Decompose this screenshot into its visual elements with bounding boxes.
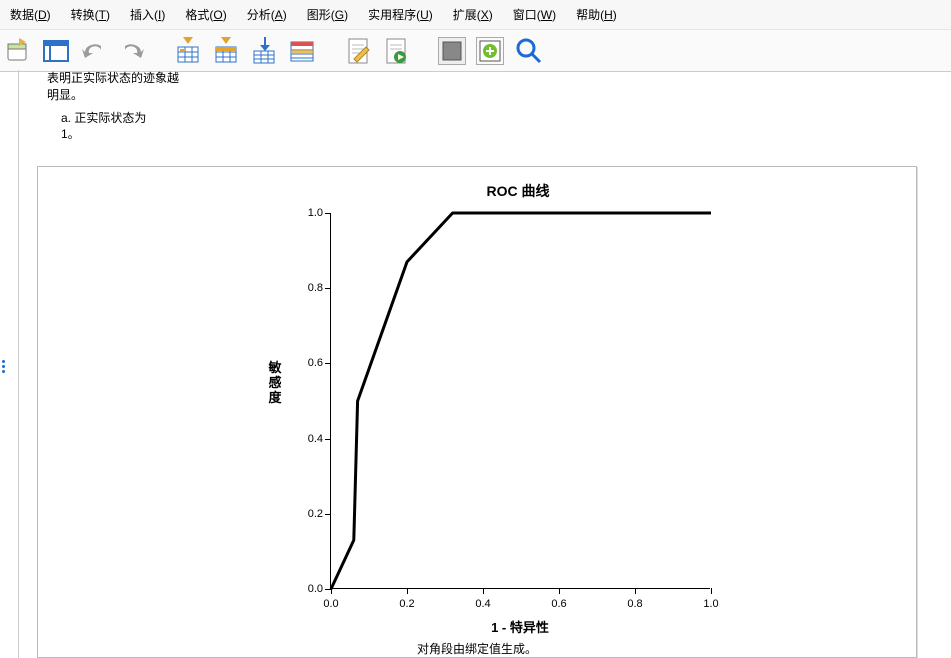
menu-insert[interactable]: 插入(I)	[120, 4, 175, 25]
chart-title: ROC 曲线	[268, 181, 768, 201]
x-tick-label: 0.2	[399, 598, 414, 610]
export-icon[interactable]	[250, 37, 278, 65]
menu-help[interactable]: 帮助(H)	[566, 4, 627, 25]
menu-window[interactable]: 窗口(W)	[503, 4, 566, 25]
preview-icon[interactable]	[42, 37, 70, 65]
splitter-grip[interactable]	[0, 360, 5, 373]
chart-output[interactable]: ROC 曲线 敏感度 0.00.20.40.60.81.00.00.20.40.…	[37, 166, 917, 658]
toolbar	[0, 30, 951, 72]
y-tick-label: 1.0	[295, 207, 323, 219]
x-axis-label: 1 - 特异性	[330, 617, 710, 636]
open-file-icon[interactable]	[4, 37, 32, 65]
menu-transform[interactable]: 转换(T)	[61, 4, 120, 25]
undo-icon[interactable]	[80, 37, 108, 65]
y-tick-label: 0.6	[295, 357, 323, 369]
y-tick-label: 0.4	[295, 433, 323, 445]
y-axis-label: 敏感度	[268, 361, 282, 406]
goto-data-icon[interactable]	[174, 37, 202, 65]
select-icon[interactable]	[438, 37, 466, 65]
menubar: 数据(D) 转换(T) 插入(I) 格式(O) 分析(A) 图形(G) 实用程序…	[0, 0, 951, 30]
run-doc-icon[interactable]	[382, 37, 410, 65]
x-tick-label: 0.0	[323, 598, 338, 610]
menu-util[interactable]: 实用程序(U)	[358, 4, 443, 25]
menu-format[interactable]: 格式(O)	[175, 4, 236, 25]
x-tick-label: 0.6	[551, 598, 566, 610]
note-text: 表明正实际状态的迹象越 明显。 a. 正实际状态为 1。	[47, 70, 947, 143]
menu-ext[interactable]: 扩展(X)	[443, 4, 503, 25]
roc-line	[331, 213, 711, 589]
search-icon[interactable]	[514, 37, 542, 65]
menu-chart[interactable]: 图形(G)	[297, 4, 358, 25]
y-tick-label: 0.2	[295, 508, 323, 520]
output-pane: 表明正实际状态的迹象越 明显。 a. 正实际状态为 1。 ROC 曲线 敏感度 …	[18, 70, 947, 658]
x-tick-label: 1.0	[703, 598, 718, 610]
menu-analyze[interactable]: 分析(A)	[237, 4, 297, 25]
chart-caption: 对角段由绑定值生成。	[38, 640, 916, 657]
add-icon[interactable]	[476, 37, 504, 65]
x-tick-label: 0.4	[475, 598, 490, 610]
select-cases-icon[interactable]	[288, 37, 316, 65]
goto-variable-icon[interactable]	[212, 37, 240, 65]
y-tick-label: 0.8	[295, 282, 323, 294]
x-tick-label: 0.8	[627, 598, 642, 610]
menu-data[interactable]: 数据(D)	[0, 4, 61, 25]
y-tick-label: 0.0	[295, 583, 323, 595]
edit-doc-icon[interactable]	[344, 37, 372, 65]
redo-icon[interactable]	[118, 37, 146, 65]
plot-area: 0.00.20.40.60.81.00.00.20.40.60.81.0	[330, 213, 710, 589]
